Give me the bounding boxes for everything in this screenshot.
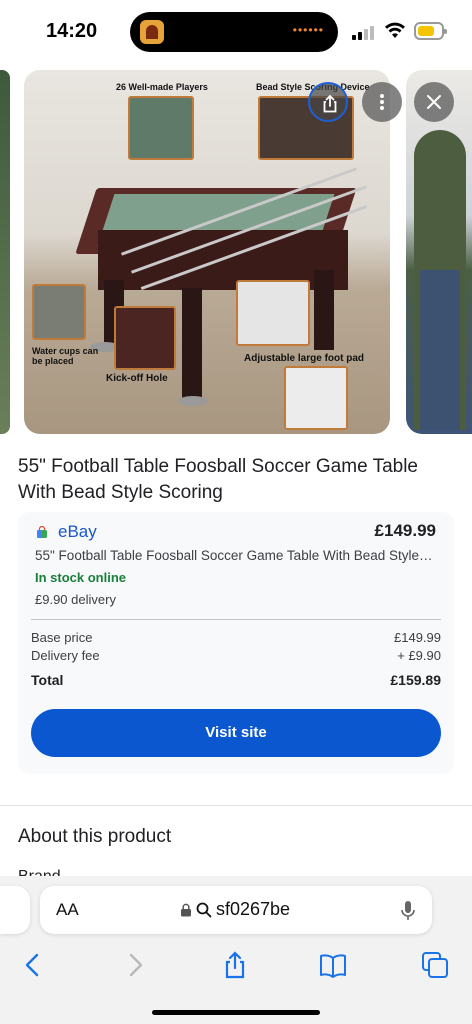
status-time: 14:20 <box>46 20 98 42</box>
share-image-button[interactable] <box>308 82 348 122</box>
delivery-cost: £9.90 delivery <box>35 592 116 607</box>
previous-tab-peek[interactable] <box>0 886 30 934</box>
share-button[interactable] <box>220 950 250 980</box>
table-leg <box>314 270 334 350</box>
total-row: Total £159.89 <box>31 672 441 688</box>
offer-description: 55" Football Table Foosball Soccer Game … <box>35 548 433 563</box>
offer-card[interactable]: eBay £149.99 55" Football Table Foosball… <box>18 512 454 774</box>
divider <box>31 619 441 620</box>
url-text: sf0267be <box>216 899 291 919</box>
product-image[interactable]: 26 Well-made Players Bead Style Scoring … <box>24 70 390 434</box>
delivery-fee-value: + £9.90 <box>397 648 441 663</box>
search-icon <box>196 902 212 918</box>
status-bar: 14:20 •••••• <box>0 0 472 64</box>
back-button[interactable] <box>18 950 48 980</box>
section-divider <box>0 805 472 806</box>
image-label-cups: Water cups can be placed <box>32 346 99 366</box>
total-value: £159.89 <box>390 672 441 688</box>
cellular-signal-icon <box>352 24 376 40</box>
offer-price: £149.99 <box>374 521 436 540</box>
about-heading: About this product <box>18 826 172 847</box>
kickoff-inset <box>114 306 176 370</box>
home-indicator[interactable] <box>152 1010 320 1015</box>
players-inset <box>128 96 194 160</box>
next-image[interactable] <box>406 70 472 434</box>
delivery-fee-label: Delivery fee <box>31 648 100 663</box>
visit-site-button[interactable]: Visit site <box>31 709 441 757</box>
reader-options-button[interactable]: AA <box>56 900 79 920</box>
activity-indicator: •••••• <box>292 23 324 37</box>
merchant-name: eBay <box>58 522 97 541</box>
microphone-icon[interactable] <box>400 900 416 922</box>
forward-button[interactable] <box>120 950 150 980</box>
footpad-detail-inset <box>284 366 348 430</box>
base-price-value: £149.99 <box>394 630 441 645</box>
merchant-link[interactable]: eBay <box>36 522 97 542</box>
browser-toolbar: AA sf0267be <box>0 876 472 1024</box>
cups-inset <box>32 284 86 340</box>
image-label-footpad: Adjustable large foot pad <box>244 353 365 364</box>
tabs-button[interactable] <box>420 950 450 980</box>
wifi-icon <box>385 22 405 38</box>
more-vertical-icon <box>380 94 384 110</box>
previous-image[interactable] <box>0 70 10 434</box>
footpad-inset <box>236 280 310 346</box>
table-leg <box>182 288 202 398</box>
image-carousel[interactable]: 26 Well-made Players Bead Style Scoring … <box>0 70 472 434</box>
close-icon <box>427 95 441 109</box>
address-bar[interactable]: AA sf0267be <box>40 886 432 934</box>
table-foot <box>178 396 208 406</box>
bookmarks-button[interactable] <box>318 950 348 980</box>
base-price-label: Base price <box>31 630 93 645</box>
image-label-kickoff: Kick-off Hole <box>106 373 168 384</box>
battery-icon <box>414 22 447 40</box>
shopping-bag-icon <box>37 526 47 538</box>
lock-icon <box>181 903 191 917</box>
product-title: 55" Football Table Foosball Soccer Game … <box>18 456 418 503</box>
dynamic-island[interactable]: •••••• <box>130 12 338 52</box>
more-options-button[interactable] <box>362 82 402 122</box>
share-icon <box>323 94 337 113</box>
app-activity-icon <box>140 20 164 44</box>
base-price-row: Base price £149.99 <box>31 630 441 645</box>
person-shape <box>414 130 466 430</box>
close-button[interactable] <box>414 82 454 122</box>
delivery-fee-row: Delivery fee + £9.90 <box>31 648 441 663</box>
stock-status: In stock online <box>35 570 127 585</box>
total-label: Total <box>31 672 64 688</box>
image-label-players: 26 Well-made Players <box>116 82 208 92</box>
